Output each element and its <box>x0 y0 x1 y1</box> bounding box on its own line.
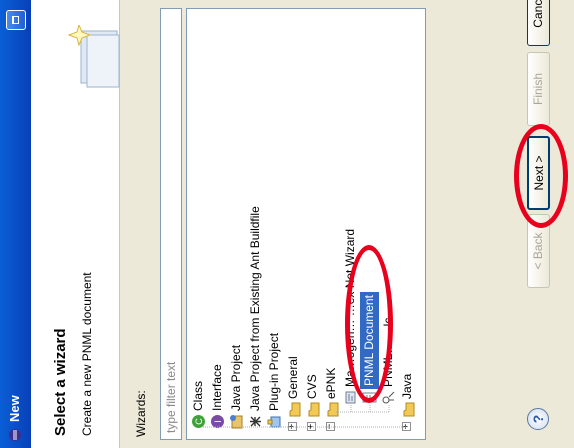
tree-item-java[interactable]: + Java <box>398 9 417 439</box>
help-icon[interactable]: ? <box>527 408 549 430</box>
new-wizard-dialog: New Select a wizard Create a new PNML do… <box>0 0 574 448</box>
finish-button[interactable]: Finish <box>527 52 550 126</box>
highlight-ellipse-pnml <box>345 245 393 403</box>
tree-guides <box>203 405 407 428</box>
highlight-ellipse-next <box>514 124 568 228</box>
filter-input[interactable]: type filter text <box>160 8 182 440</box>
wizard-banner-icon <box>67 25 120 88</box>
page-title: Select a wizard <box>52 328 69 436</box>
maximize-button[interactable] <box>6 10 26 30</box>
wizard-header: Select a wizard Create a new PNML docume… <box>31 0 120 448</box>
tree-item-plugin-project[interactable]: Plug-in Project <box>265 9 284 439</box>
wizard-tree[interactable]: C Class I Interface Java Project Java Pr… <box>186 8 426 440</box>
tree-item-cvs[interactable]: + CVS <box>303 9 322 439</box>
tree-item-general[interactable]: + General <box>284 9 303 439</box>
wizards-label: Wizards: <box>134 390 148 437</box>
page-description: Create a new PNML document <box>80 272 94 436</box>
tree-item-epnk[interactable]: − ePNK <box>322 9 341 439</box>
eclipse-icon <box>9 429 21 441</box>
scroll-shadow <box>424 0 434 448</box>
tree-item-ant-project[interactable]: Java Project from Existing Ant Buildfile <box>246 9 265 439</box>
window-title: New <box>7 395 22 422</box>
tree-item-class[interactable]: C Class <box>189 9 208 439</box>
cancel-button[interactable]: Cancel <box>527 0 550 46</box>
tree-item-interface[interactable]: I Interface <box>208 9 227 439</box>
title-bar[interactable]: New <box>0 0 31 448</box>
tree-item-java-project[interactable]: Java Project <box>227 9 246 439</box>
